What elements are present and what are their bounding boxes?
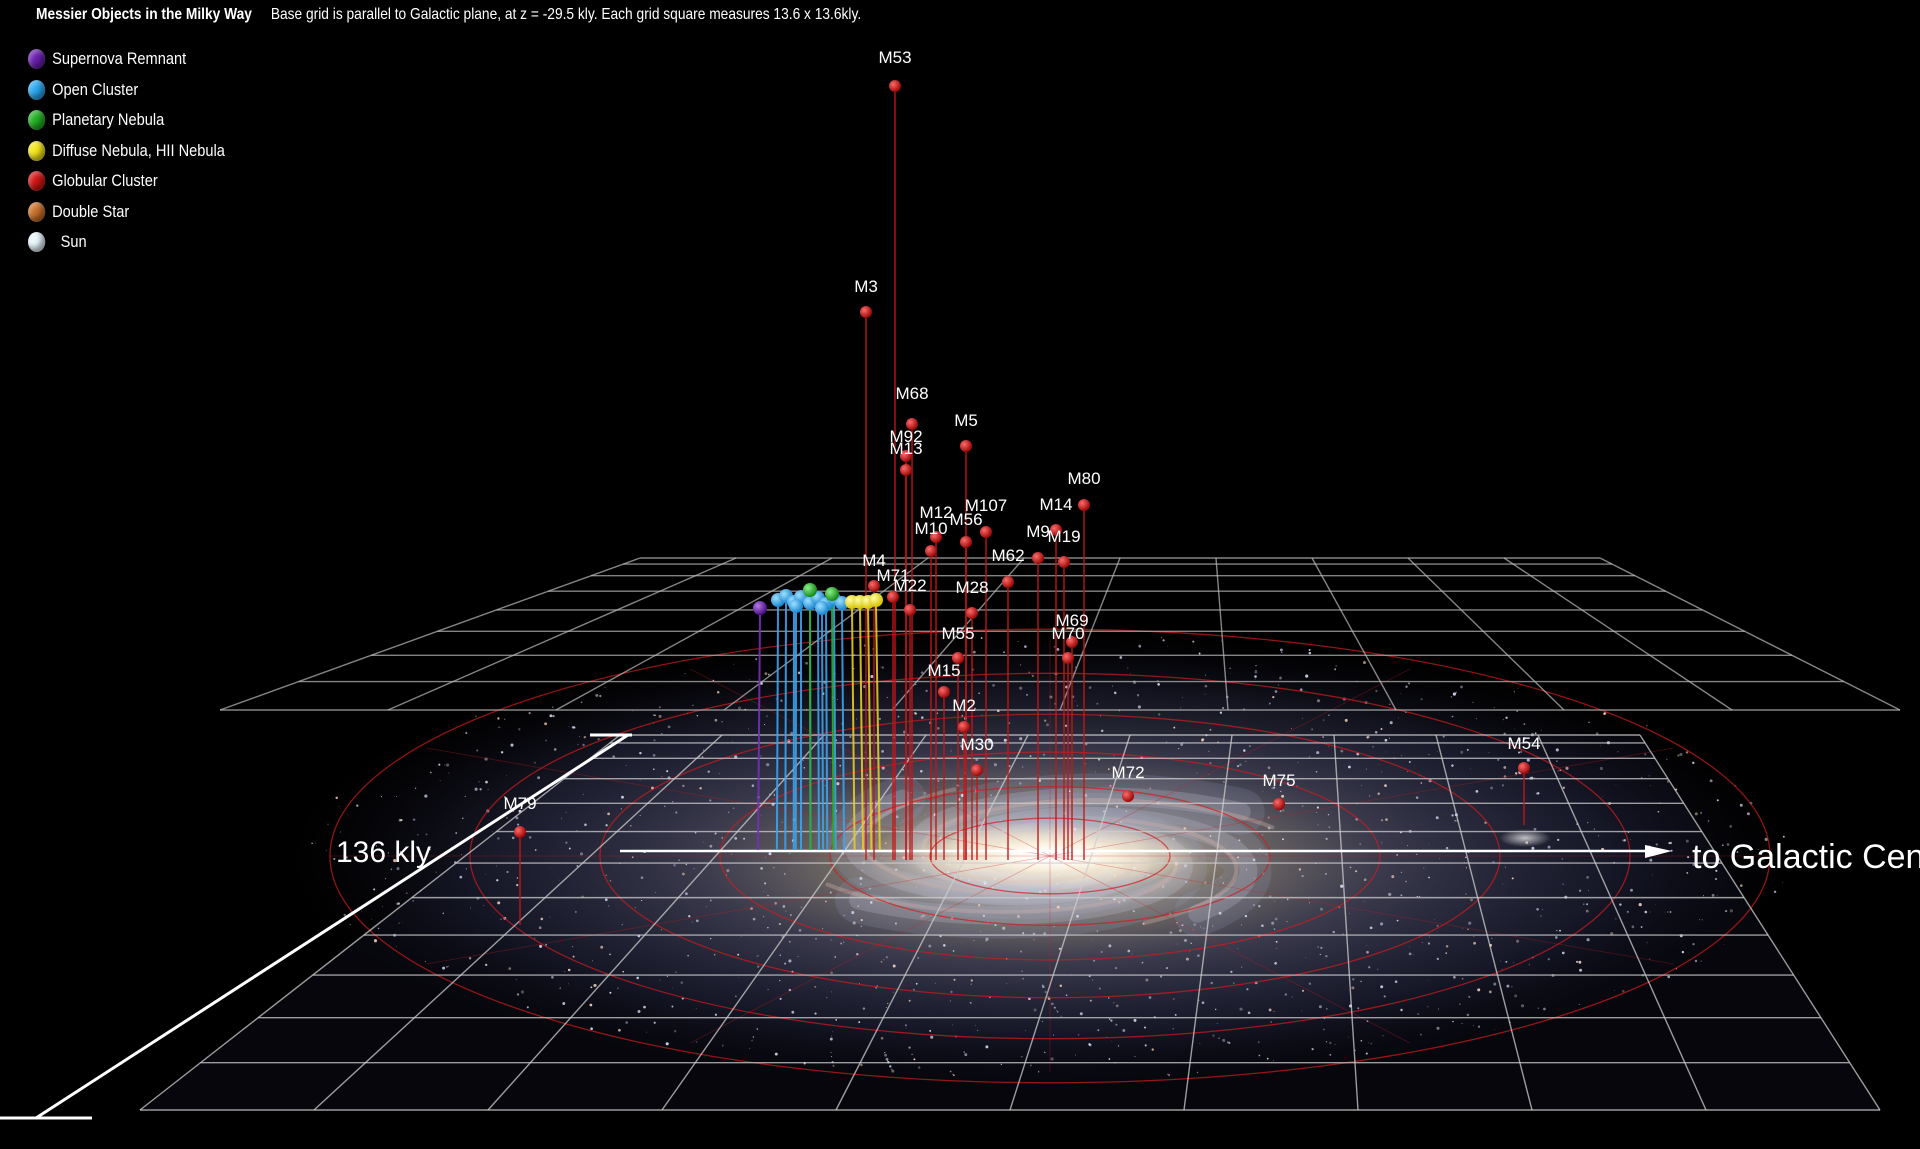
globular-cluster-m54-marker xyxy=(1518,762,1530,774)
object-label: M19 xyxy=(1047,527,1080,546)
globular-cluster-m30-marker xyxy=(971,764,983,776)
legend-label: Double Star xyxy=(52,201,130,221)
globular-cluster-m70-marker xyxy=(1062,652,1074,664)
scale-label: 136 kly xyxy=(336,836,431,869)
globular-cluster-m2-marker xyxy=(958,721,970,733)
legend-label: Supernova Remnant xyxy=(52,49,187,69)
globular-cluster-m22-marker xyxy=(904,604,916,616)
legend-item: Supernova Remnant xyxy=(28,44,225,75)
object-stem xyxy=(821,613,825,851)
globular-cluster-m72-marker xyxy=(1122,790,1134,802)
globular-cluster-m13-marker xyxy=(900,464,912,476)
globular-cluster-m3-marker xyxy=(860,306,872,318)
object-label: M30 xyxy=(960,735,993,754)
object-label: M54 xyxy=(1507,734,1540,753)
globular-cluster-m10-marker xyxy=(925,545,937,557)
object-label: M53 xyxy=(878,48,911,67)
direction-label: to Galactic Center xyxy=(1692,838,1920,876)
object-label: M79 xyxy=(503,794,536,813)
galaxy-disc xyxy=(140,628,1880,1110)
object-label: M55 xyxy=(941,624,974,643)
legend: Supernova Remnant Open Cluster Planetary N… xyxy=(28,44,225,258)
object-label: M9 xyxy=(1026,522,1050,541)
globular-cluster-m19-marker xyxy=(1058,556,1070,568)
globular-cluster-m28-marker xyxy=(966,607,978,619)
object-label: M28 xyxy=(955,578,988,597)
object-label: M2 xyxy=(952,696,976,715)
object-label: M13 xyxy=(889,439,922,458)
object-label: M14 xyxy=(1039,495,1072,514)
chart-subtitle: Base grid is parallel to Galactic plane,… xyxy=(270,6,862,23)
legend-swatch-icon xyxy=(28,232,46,253)
legend-swatch-icon xyxy=(28,171,46,192)
legend-swatch-icon xyxy=(28,49,46,70)
legend-swatch-icon xyxy=(28,201,46,222)
legend-swatch-icon xyxy=(28,140,46,161)
object-label: M70 xyxy=(1051,624,1084,643)
globular-cluster-m79-marker xyxy=(514,826,526,838)
object-label: M56 xyxy=(949,510,982,529)
object-label: M80 xyxy=(1067,469,1100,488)
object-label: M3 xyxy=(854,277,878,296)
object-label: M5 xyxy=(954,411,978,430)
object-label: M10 xyxy=(914,519,947,538)
chart-title: Messier Objects in the Milky Way xyxy=(36,6,252,23)
object-stem xyxy=(784,601,787,851)
object-marker-icon xyxy=(825,587,839,601)
object-marker-icon xyxy=(753,601,767,615)
globular-cluster-m56-marker xyxy=(960,536,972,548)
title-row: Messier Objects in the Milky Way Base gri… xyxy=(36,6,861,24)
object-label: M68 xyxy=(895,384,928,403)
object-label: M22 xyxy=(893,576,926,595)
globular-cluster-m53-marker xyxy=(889,80,901,92)
object-stem xyxy=(825,609,829,851)
legend-label: Diffuse Nebula, HII Nebula xyxy=(52,140,225,160)
globular-cluster-m15-marker xyxy=(938,686,950,698)
globular-cluster-m75-marker xyxy=(1273,798,1285,810)
legend-item: Open Cluster xyxy=(28,75,225,106)
legend-item: Planetary Nebula xyxy=(28,105,225,136)
grid-line xyxy=(1599,557,1901,711)
globular-cluster-m5-marker xyxy=(960,440,972,452)
legend-label: Sun xyxy=(60,232,87,252)
globular-cluster-m9-marker xyxy=(1032,552,1044,564)
legend-item: Sun xyxy=(28,227,225,258)
object-marker-icon xyxy=(815,601,829,615)
object-label: M75 xyxy=(1262,771,1295,790)
object-stem xyxy=(817,603,820,851)
object-stem xyxy=(775,605,779,851)
legend-swatch-icon xyxy=(28,110,46,131)
legend-label: Open Cluster xyxy=(52,79,139,99)
legend-label: Planetary Nebula xyxy=(52,110,165,130)
object-label: M72 xyxy=(1111,763,1144,782)
globular-cluster-m62-marker xyxy=(1002,576,1014,588)
object-label: M15 xyxy=(927,661,960,680)
legend-swatch-icon xyxy=(28,79,46,100)
legend-item: Diffuse Nebula, HII Nebula xyxy=(28,136,225,167)
object-marker-icon xyxy=(803,583,817,597)
object-marker-icon xyxy=(869,593,883,607)
legend-item: Double Star xyxy=(28,197,225,228)
milky-way-3d-scene: 136 kly to Galactic Center M53M3M68M5M92… xyxy=(0,48,1920,1120)
object-marker-icon xyxy=(789,599,803,613)
globular-cluster-m80-marker xyxy=(1078,499,1090,511)
object-label: M62 xyxy=(991,546,1024,565)
object-stem xyxy=(809,595,812,851)
legend-item: Globular Cluster xyxy=(28,166,225,197)
legend-label: Globular Cluster xyxy=(52,171,158,191)
